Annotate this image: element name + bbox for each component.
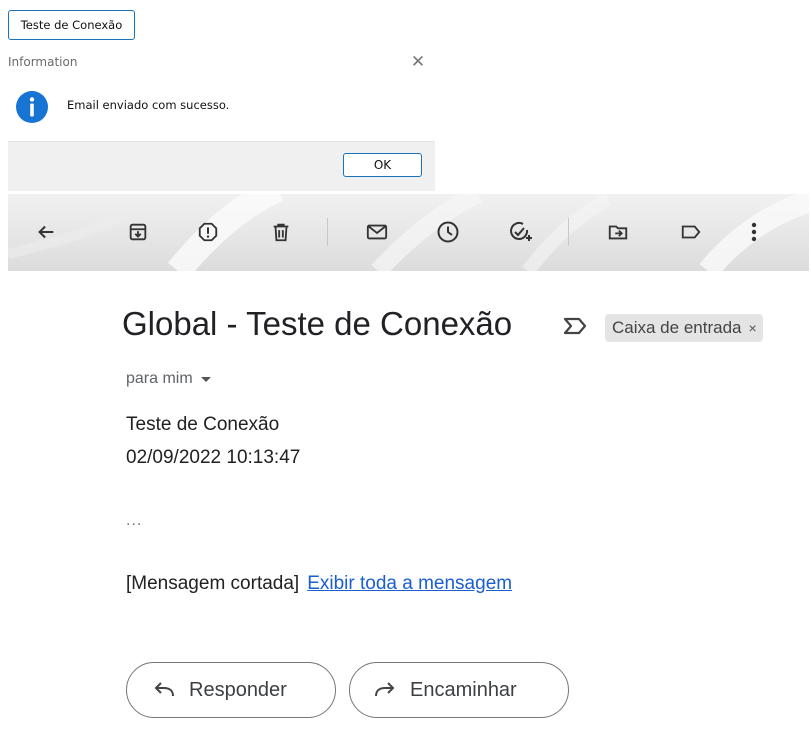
dialog-title: Information — [8, 55, 78, 69]
toolbar-divider — [568, 218, 569, 246]
clipped-message-text: [Mensagem cortada] — [126, 573, 300, 594]
labels-icon[interactable] — [676, 217, 706, 247]
forward-arrow-icon — [375, 682, 395, 697]
ok-button[interactable]: OK — [343, 153, 422, 177]
recipient-details-toggle[interactable]: para mim — [126, 370, 211, 388]
teste-de-conexao-button[interactable]: Teste de Conexão — [8, 10, 135, 40]
recipient-text: para mim — [126, 370, 193, 387]
email-subject: Global - Teste de Conexão — [122, 305, 513, 342]
mark-unread-icon[interactable] — [362, 217, 392, 247]
clipped-message-notice: [Mensagem cortada] Exibir toda a mensagem — [126, 573, 512, 595]
trimmed-content-ellipsis[interactable]: ... — [126, 512, 142, 530]
remove-label-icon[interactable]: × — [748, 320, 756, 336]
snooze-icon[interactable] — [433, 217, 463, 247]
report-spam-icon[interactable] — [193, 217, 223, 247]
add-to-tasks-icon[interactable] — [506, 217, 536, 247]
move-to-icon[interactable] — [603, 217, 633, 247]
email-body-line: 02/09/2022 10:13:47 — [126, 447, 301, 468]
chevron-down-icon — [200, 376, 211, 382]
archive-icon[interactable] — [123, 217, 153, 247]
back-arrow-icon[interactable] — [31, 217, 61, 247]
reply-label: Responder — [189, 678, 287, 701]
info-icon — [16, 91, 48, 123]
importance-marker-icon[interactable] — [562, 315, 588, 337]
label-chip-text: Caixa de entrada — [612, 318, 742, 337]
forward-label: Encaminhar — [410, 678, 517, 701]
email-toolbar — [8, 194, 809, 271]
information-dialog: Information ✕ Email enviado com sucesso.… — [8, 48, 435, 191]
email-body-line: Teste de Conexão — [126, 414, 280, 435]
delete-icon[interactable] — [266, 217, 296, 247]
reply-button[interactable]: Responder — [126, 662, 336, 718]
reply-arrow-icon — [154, 682, 174, 697]
dialog-footer: OK — [8, 141, 435, 191]
inbox-label-chip: Caixa de entrada × — [605, 314, 763, 342]
more-options-icon[interactable] — [739, 217, 769, 247]
view-full-message-link[interactable]: Exibir toda a mensagem — [307, 573, 512, 594]
forward-button[interactable]: Encaminhar — [349, 662, 569, 718]
toolbar-divider — [327, 218, 328, 246]
dialog-message: Email enviado com sucesso. — [67, 98, 230, 112]
close-icon[interactable]: ✕ — [408, 52, 428, 72]
